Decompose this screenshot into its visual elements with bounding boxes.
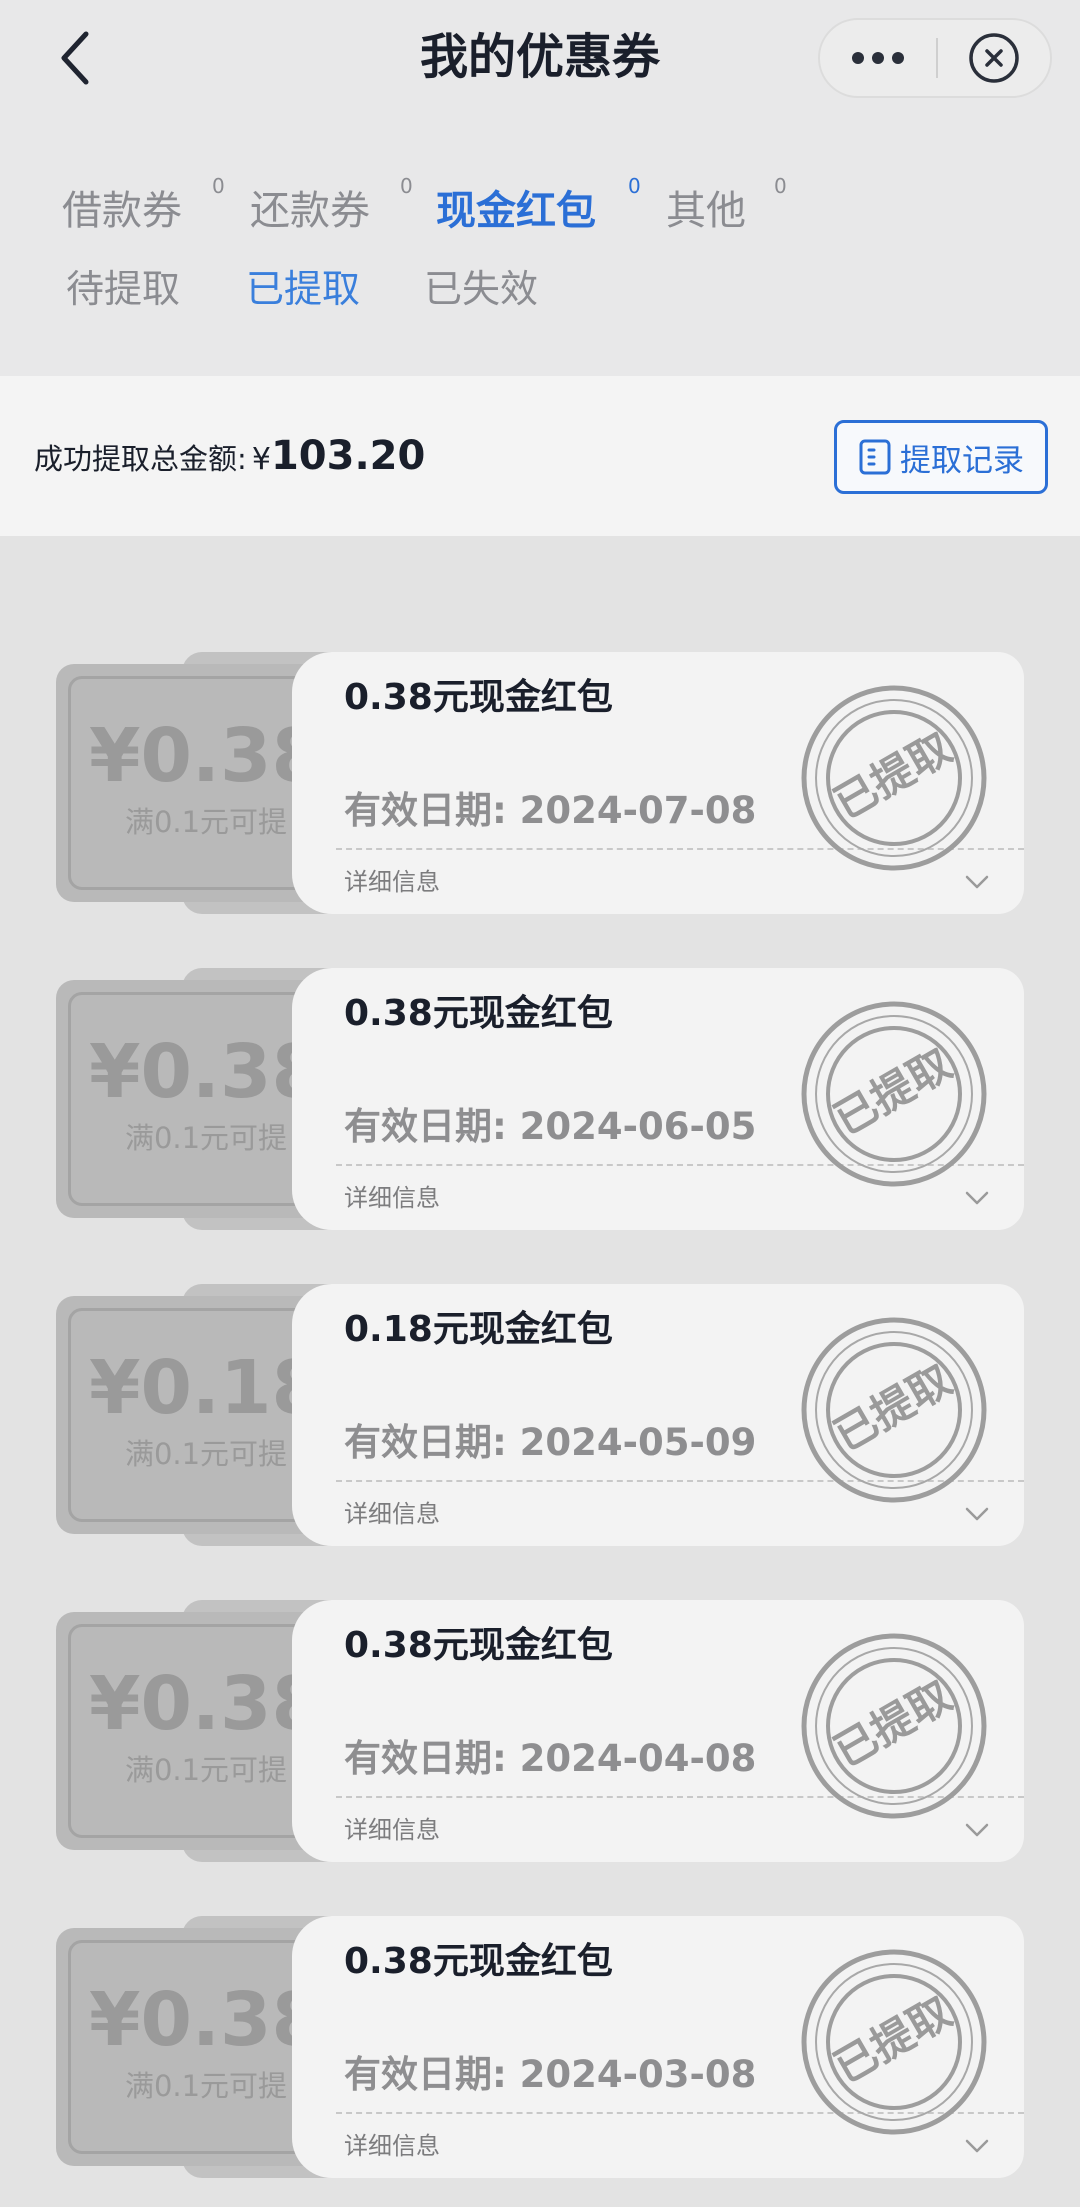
tab-count: 0 [774, 174, 787, 198]
withdraw-record-button[interactable]: 提取记录 [834, 420, 1048, 494]
withdrawn-stamp-icon: 已提取 [801, 1949, 987, 2135]
tab-count: 0 [212, 174, 225, 198]
tab-other[interactable]: 其他 0 [666, 174, 787, 246]
coupon-card[interactable]: ¥0.38 满0.1元可提 0.38元现金红包 有效日期: 2024-04-08 详细信… [56, 1600, 1024, 1862]
coupon-title: 0.38元现金红包 [344, 1941, 613, 1982]
coupon-valid-date: 有效日期: 2024-06-05 [344, 1105, 757, 1148]
chevron-down-icon[interactable] [964, 2138, 990, 2154]
tab-borrow[interactable]: 借款券 0 [62, 174, 225, 246]
chevron-down-icon[interactable] [964, 1190, 990, 1206]
header: 我的优惠券 借款券 0 还款券 0 现金红包 0 其他 0 待提取 已提取 已失… [0, 0, 1080, 376]
coupon-title: 0.38元现金红包 [344, 1625, 613, 1666]
coupon-body-curve [292, 1916, 352, 2178]
withdrawn-stamp-icon: 已提取 [801, 1633, 987, 1819]
stamp-text: 已提取 [826, 1671, 960, 1776]
tab-count: 0 [628, 174, 641, 198]
close-circle-icon [969, 33, 1019, 83]
detail-info-toggle[interactable]: 详细信息 [344, 1178, 440, 1218]
detail-info-toggle[interactable]: 详细信息 [344, 2126, 440, 2166]
coupon-valid-date: 有效日期: 2024-07-08 [344, 789, 757, 832]
total-label: 成功提取总金额: [34, 442, 247, 476]
coupon-body-curve [292, 1600, 352, 1862]
coupon-title: 0.38元现金红包 [344, 677, 613, 718]
detail-info-toggle[interactable]: 详细信息 [344, 862, 440, 902]
record-button-label: 提取记录 [900, 442, 1024, 479]
withdrawn-stamp-icon: 已提取 [801, 1317, 987, 1503]
more-dots-icon [852, 52, 864, 64]
coupon-body-curve [292, 968, 352, 1230]
tab-count: 0 [400, 174, 413, 198]
coupon-page: 我的优惠券 借款券 0 还款券 0 现金红包 0 其他 0 待提取 已提取 已失… [0, 0, 1080, 2207]
coupon-title: 0.38元现金红包 [344, 993, 613, 1034]
stamp-text: 已提取 [826, 1987, 960, 2092]
withdrawn-stamp-icon: 已提取 [801, 1001, 987, 1187]
coupon-card[interactable]: ¥0.38 满0.1元可提 0.38元现金红包 有效日期: 2024-03-08 详细信… [56, 1916, 1024, 2178]
chevron-down-icon[interactable] [964, 1822, 990, 1838]
chevron-down-icon[interactable] [964, 874, 990, 890]
more-button[interactable] [820, 20, 936, 96]
withdraw-summary: 成功提取总金额: ¥103.20 提取记录 [0, 376, 1080, 536]
currency-symbol: ¥ [251, 442, 271, 477]
withdrawn-stamp-icon: 已提取 [801, 685, 987, 871]
coupon-valid-date: 有效日期: 2024-05-09 [344, 1421, 757, 1464]
tab-repay[interactable]: 还款券 0 [250, 174, 413, 246]
coupon-valid-date: 有效日期: 2024-03-08 [344, 2053, 757, 2096]
tab-cash-red-packet[interactable]: 现金红包 0 [436, 174, 641, 246]
coupon-card[interactable]: ¥0.38 满0.1元可提 0.38元现金红包 有效日期: 2024-07-08 详细信… [56, 652, 1024, 914]
coupon-valid-date: 有效日期: 2024-04-08 [344, 1737, 757, 1780]
total-amount: 成功提取总金额: ¥103.20 [34, 426, 425, 494]
detail-info-toggle[interactable]: 详细信息 [344, 1494, 440, 1534]
detail-info-toggle[interactable]: 详细信息 [344, 1810, 440, 1850]
stamp-text: 已提取 [826, 723, 960, 828]
coupon-card[interactable]: ¥0.18 满0.1元可提 0.18元现金红包 有效日期: 2024-05-09 详细信… [56, 1284, 1024, 1546]
coupon-list: ¥0.38 满0.1元可提 0.38元现金红包 有效日期: 2024-07-08 详细信… [0, 536, 1080, 2207]
mini-program-capsule [818, 18, 1052, 98]
coupon-card[interactable]: ¥0.38 满0.1元可提 0.38元现金红包 有效日期: 2024-06-05 详细信… [56, 968, 1024, 1230]
subtab-pending[interactable]: 待提取 [66, 256, 180, 322]
coupon-body-curve [292, 652, 352, 914]
coupon-body-curve [292, 1284, 352, 1546]
document-icon [859, 439, 891, 475]
close-button[interactable] [938, 20, 1050, 96]
chevron-down-icon[interactable] [964, 1506, 990, 1522]
stamp-text: 已提取 [826, 1355, 960, 1460]
stamp-text: 已提取 [826, 1039, 960, 1144]
subtab-withdrawn[interactable]: 已提取 [246, 256, 360, 322]
coupon-title: 0.18元现金红包 [344, 1309, 613, 1350]
subtab-expired[interactable]: 已失效 [424, 256, 538, 322]
total-value: 103.20 [270, 433, 426, 479]
